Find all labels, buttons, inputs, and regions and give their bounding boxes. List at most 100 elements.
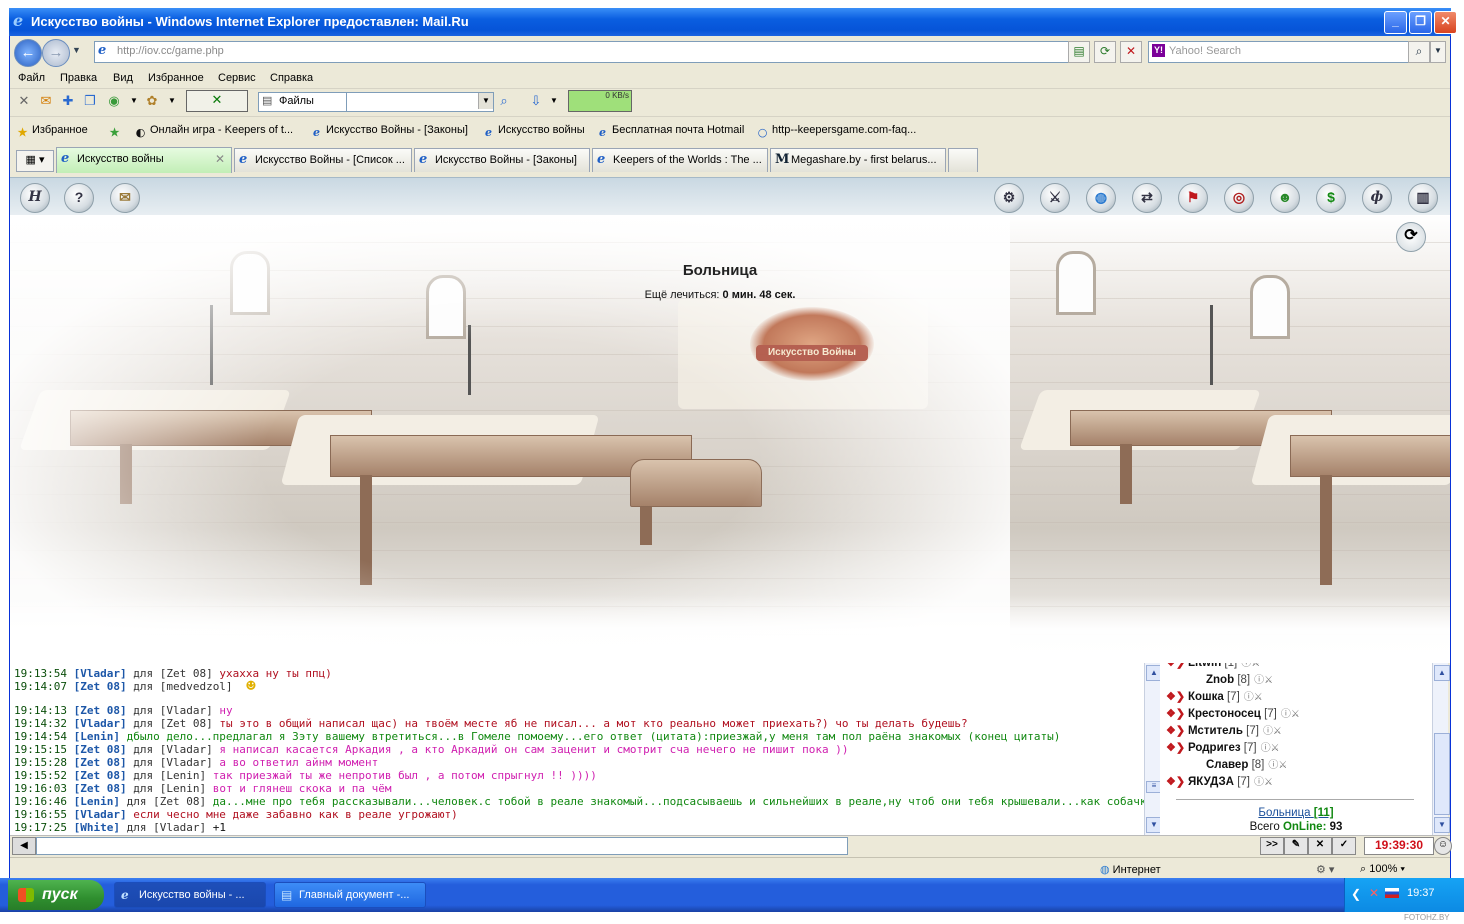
clear-chat-button[interactable]: ✕ [1308,837,1332,855]
tools-icon[interactable]: ✿ [144,93,160,109]
favorite-link-2[interactable]: e Искусство Войны - [Законы] [310,124,468,140]
user-name[interactable]: Родригез [1188,742,1241,754]
magnifier-icon[interactable]: ⌕ [496,93,512,109]
private-message-icon[interactable]: ❖❯ [1166,740,1188,757]
address-bar[interactable]: e http://iov.cc/game.php ▼ [94,41,1086,63]
user-row[interactable]: ❖❯ Кошка [7] ⓘ⚔ [1166,689,1263,706]
user-row[interactable]: Славер [8] ⓘ⚔ [1166,757,1287,774]
protected-mode-icon[interactable]: ⚙ ▾ [1316,863,1334,876]
eraser-button[interactable]: ✎ [1284,837,1308,855]
search-options-icon[interactable]: ▼ [1430,41,1446,63]
chat-recipient[interactable]: для [Lenin] [133,782,206,795]
smiley-button[interactable]: ☺ [1434,837,1452,855]
stop-icon[interactable]: ✕ [1120,41,1142,63]
user-row[interactable]: ❖❯ Родригез [7] ⓘ⚔ [1166,740,1280,757]
speaker-icon[interactable]: ◀ [12,837,36,855]
tab-5[interactable]: M Megashare.by - first belarus... [770,148,946,172]
location-users-link[interactable]: Больница [11] [1160,807,1432,819]
chat-message[interactable]: 19:14:32 [Vladar] для [Zet 08] ты это в … [14,717,968,730]
chat-sender[interactable]: [Zet 08] [74,769,127,782]
chat-recipient[interactable]: для [Vladar] [133,704,212,717]
toolbar-search-input[interactable]: ▼ [346,92,494,112]
chat-recipient[interactable]: для [Vladar] [133,756,212,769]
user-name[interactable]: Крестоносец [1188,708,1261,720]
add-favorite-button[interactable]: ★ [108,124,124,140]
favorites-button[interactable]: ★ Избранное [16,124,88,140]
private-message-icon[interactable]: ❖❯ [1166,706,1188,723]
language-flag-icon[interactable] [1385,888,1399,898]
chat-message[interactable]: 19:14:07 [Zet 08] для [medvedzol] [14,680,233,693]
eye-icon[interactable]: ◎ [1224,183,1254,213]
mailru-agent-button[interactable]: ✕ [186,90,248,112]
minimize-button[interactable]: _ [1384,11,1407,34]
start-button[interactable]: пуск [8,880,104,910]
scroll-down-icon[interactable]: ▼ [1434,817,1450,833]
users-scrollbar[interactable]: ▲ ▼ [1432,663,1450,835]
private-message-icon[interactable]: ❖❯ [1166,774,1188,791]
favorite-link-5[interactable]: ○ http--keepersgame.com-faq... [756,124,917,140]
close-button[interactable]: ✕ [1434,11,1457,34]
people-icon[interactable]: ☻ [1270,183,1300,213]
menu-edit[interactable]: Правка [60,72,97,84]
user-row[interactable]: ❖❯ Мститель [7] ⓘ⚔ [1166,723,1282,740]
chat-recipient[interactable]: для [Zet 08] [127,795,206,808]
chat-message[interactable]: 19:15:52 [Zet 08] для [Lenin] так приезж… [14,769,597,782]
private-message-icon[interactable]: ❖❯ [1166,663,1188,672]
chat-message[interactable]: 19:16:03 [Zet 08] для [Lenin] вот и глян… [14,782,392,795]
zoom-control[interactable]: ⌕ 100% ▾ [1360,863,1405,876]
refresh-location-button[interactable]: ⟳ [1396,222,1426,252]
tab-1[interactable]: e Искусство войны ✕ [56,147,232,173]
chat-sender[interactable]: [White] [74,821,120,834]
chat-message[interactable]: 19:17:25 [White] для [Vladar] +1 [14,821,226,834]
chat-message[interactable]: 19:15:28 [Zet 08] для [Vladar] а во отве… [14,756,378,769]
scroll-thumb[interactable] [1434,733,1450,815]
download-dropdown-icon[interactable]: ▼ [546,93,562,109]
favorite-link-4[interactable]: e Бесплатная почта Hotmail [596,124,744,140]
user-info-icon[interactable]: ⓘ⚔ [1263,726,1282,737]
private-message-icon[interactable]: ❖❯ [1166,723,1188,740]
tab-close-icon[interactable]: ✕ [215,148,225,170]
user-info-icon[interactable]: ⓘ⚔ [1241,663,1260,669]
flag-icon[interactable]: ⚑ [1178,183,1208,213]
chat-message[interactable]: 19:13:54 [Vladar] для [Zet 08] ухахха ну… [14,667,332,680]
back-button[interactable]: ← [14,39,42,67]
tab-2[interactable]: e Искусство Войны - [Список ... [234,148,412,172]
money-icon[interactable]: $ [1316,183,1346,213]
chat-sender[interactable]: [Vladar] [74,667,127,680]
chat-log[interactable]: 19:13:54 [Vladar] для [Zet 08] ухахха ну… [10,663,1144,835]
tray-network-icon[interactable]: ✕ [1369,886,1379,900]
chat-sender[interactable]: [Zet 08] [74,743,127,756]
compat-view-icon[interactable]: ▤ [1068,41,1090,63]
chat-sender[interactable]: [Vladar] [74,808,127,821]
search-input[interactable]: Y! Yahoo! Search [1148,41,1424,63]
task-document[interactable]: ▤ Главный документ -... [274,882,426,908]
chat-sender[interactable]: [Vladar] [74,717,127,730]
chat-input[interactable] [36,837,848,855]
user-name[interactable]: Litwin [1188,663,1221,669]
task-browser[interactable]: e Искусство войны - ... [114,882,266,908]
help-button[interactable]: ? [64,183,94,213]
windows-icon[interactable]: ❐ [82,93,98,109]
user-name[interactable]: Славер [1206,759,1248,771]
forward-button[interactable]: → [42,39,70,67]
menu-view[interactable]: Вид [113,72,133,84]
chat-recipient[interactable]: для [Vladar] [127,821,206,834]
chat-message[interactable]: 19:15:15 [Zet 08] для [Vladar] я написал… [14,743,848,756]
favorite-link-1[interactable]: ◐ Онлайн игра - Keepers of t... [134,124,293,140]
user-row[interactable]: ❖❯ Litwin [1] ⓘ⚔ [1166,663,1260,672]
title-bar[interactable]: e Искусство войны - Windows Internet Exp… [9,8,1457,36]
quick-tabs-button[interactable]: ▦ ▾ [16,150,54,172]
private-message-icon[interactable]: ❖❯ [1166,689,1188,706]
confirm-button[interactable]: ✓ [1332,837,1356,855]
globe-icon[interactable]: ◍ [1086,183,1116,213]
chat-recipient[interactable]: для [Lenin] [133,769,206,782]
mail-icon[interactable]: ✉ [38,93,54,109]
user-row[interactable]: ❖❯ ЯКУДЗА [7] ⓘ⚔ [1166,774,1273,791]
chat-recipient[interactable]: для [Zet 08] [133,717,212,730]
chat-recipient[interactable]: для [Zet 08] [133,667,212,680]
weapons-icon[interactable]: ⚔ [1040,183,1070,213]
tools-dropdown-icon[interactable]: ▼ [164,93,180,109]
user-name[interactable]: ЯКУДЗА [1188,776,1234,788]
menu-tools[interactable]: Сервис [218,72,256,84]
menu-help[interactable]: Справка [270,72,313,84]
